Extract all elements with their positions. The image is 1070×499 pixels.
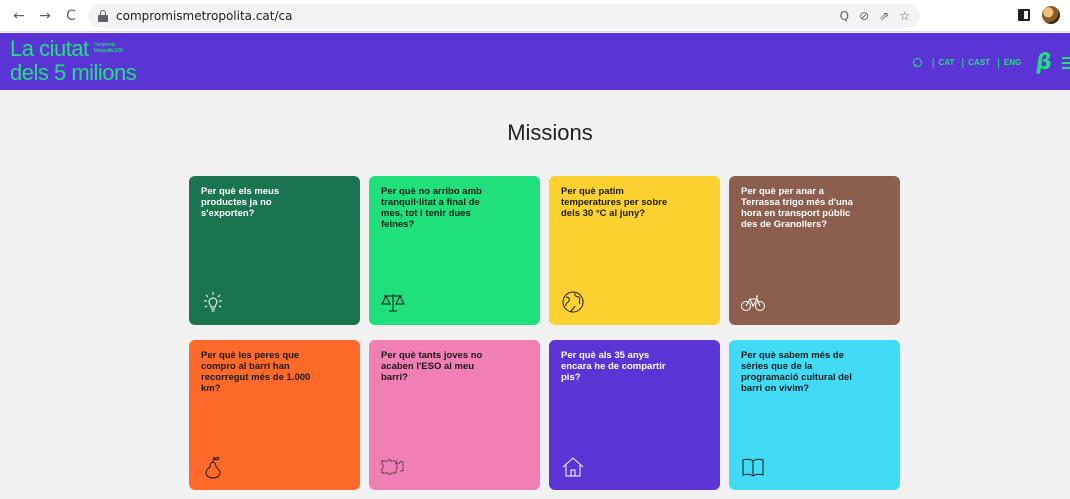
mission-card[interactable]: Per què les peres que compro al barri ha…	[189, 340, 360, 490]
forward-button[interactable]: →	[36, 7, 54, 25]
mission-question: Per què els meus productes ja no s'expor…	[201, 186, 280, 219]
google-lens-icon[interactable]: ⊘	[859, 9, 869, 23]
mission-card[interactable]: Per què sabem més de sèries que de la pr…	[729, 340, 900, 490]
divider: |	[961, 56, 965, 69]
logo-subtitle: Compromís Metropolità 2030	[93, 42, 124, 54]
share-icon[interactable]: ⇗	[879, 9, 889, 23]
globe-icon	[560, 289, 586, 315]
bookmark-star-icon[interactable]: ☆	[899, 9, 910, 23]
brand-mark-icon[interactable]: β	[1034, 50, 1053, 75]
mission-card[interactable]: Per què els meus productes ja no s'expor…	[189, 176, 360, 325]
scales-icon	[380, 289, 406, 315]
mission-question: Per què sabem més de sèries que de la pr…	[741, 350, 852, 394]
profile-avatar[interactable]	[1042, 6, 1060, 24]
mission-question: Per què tants joves no acaben l'ESO al m…	[381, 350, 483, 383]
mission-card[interactable]: Per què als 35 anys encara he de compart…	[549, 340, 720, 490]
page-title: Missions	[507, 120, 593, 145]
logo-title-line1: La ciutat	[10, 36, 89, 61]
mission-question: Per què per anar a Terrassa trigo més d'…	[741, 186, 853, 230]
lock-icon[interactable]	[98, 10, 108, 22]
url-text[interactable]: compromismetropolita.cat/ca	[116, 9, 292, 23]
missions-grid: Per què els meus productes ja no s'expor…	[189, 176, 900, 490]
divider: |	[997, 56, 1000, 69]
lightbulb-icon	[200, 289, 226, 315]
browser-actions	[1018, 6, 1060, 24]
bicycle-icon	[740, 289, 766, 315]
mission-question: Per què les peres que compro al barri ha…	[201, 350, 311, 394]
lang-eng-link[interactable]: ENG	[1004, 58, 1021, 67]
puzzle-icon	[380, 454, 406, 480]
back-button[interactable]: ←	[10, 7, 28, 25]
divider: |	[931, 56, 935, 69]
mission-card[interactable]: Per què tants joves no acaben l'ESO al m…	[369, 340, 540, 490]
zoom-icon[interactable]: Q	[840, 9, 849, 23]
header-nav: | CAT | CAST | ENG β	[912, 50, 1070, 75]
hamburger-menu-icon[interactable]	[1062, 56, 1070, 69]
lang-cat-link[interactable]: CAT	[939, 58, 955, 67]
mission-card[interactable]: Per què per anar a Terrassa trigo més d'…	[729, 176, 900, 325]
side-panel-icon[interactable]	[1018, 9, 1030, 21]
logo-title-line2: dels 5 milions	[10, 60, 137, 85]
omnibox-actions: Q ⊘ ⇗ ☆	[840, 4, 910, 28]
site-header: La ciutat Compromís Metropolità 2030 del…	[0, 33, 1070, 90]
reload-button[interactable]: C	[62, 7, 80, 25]
browser-toolbar: ← → C compromismetropolita.cat/ca Q ⊘ ⇗ …	[0, 0, 1070, 32]
house-icon	[560, 454, 586, 480]
site-logo[interactable]: La ciutat Compromís Metropolità 2030 del…	[10, 36, 137, 85]
lang-cast-link[interactable]: CAST	[968, 58, 990, 67]
mission-question: Per què no arribo amb tranquil·litat a f…	[381, 186, 482, 230]
address-bar[interactable]: compromismetropolita.cat/ca Q ⊘ ⇗ ☆	[88, 4, 920, 28]
mission-card[interactable]: Per què patim temperatures per sobre del…	[549, 176, 720, 325]
mission-question: Per què als 35 anys encara he de compart…	[561, 350, 666, 383]
book-icon	[740, 454, 766, 480]
mission-card[interactable]: Per què no arribo amb tranquil·litat a f…	[369, 176, 540, 325]
search-icon[interactable]	[912, 57, 922, 68]
mission-question: Per què patim temperatures per sobre del…	[561, 186, 668, 219]
pear-icon	[200, 454, 226, 480]
